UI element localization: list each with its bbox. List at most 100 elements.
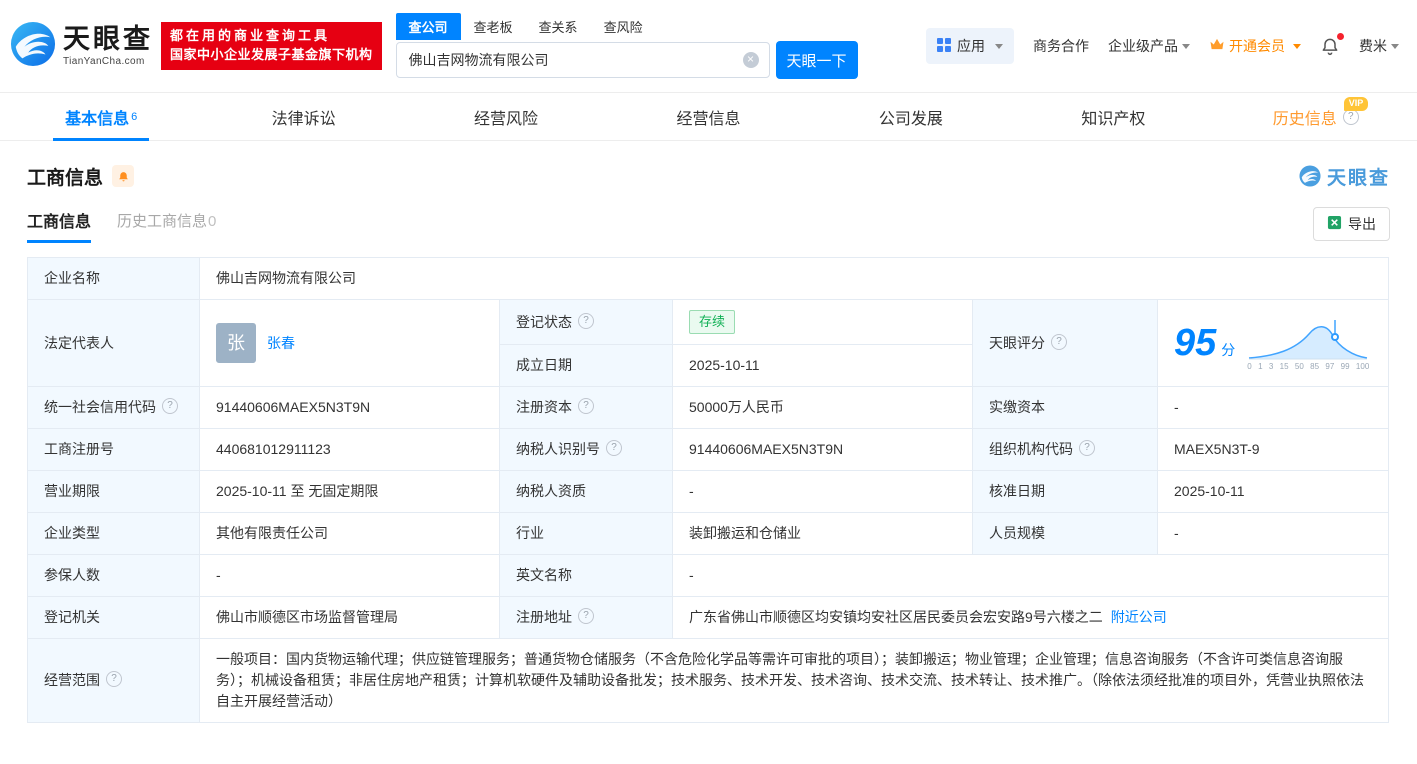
company-type-value: 其他有限责任公司 [200,513,500,555]
taxpayer-id-value: 91440606MAEX5N3T9N [673,429,973,471]
company-name-value: 佛山吉网物流有限公司 [200,258,1389,300]
help-icon[interactable] [1051,334,1067,350]
reg-authority-value: 佛山市顺德区市场监督管理局 [200,597,500,639]
tab-legal-proceedings[interactable]: 法律诉讼 [202,93,404,140]
search-tab-boss[interactable]: 查老板 [461,13,526,40]
subtab-history-business-info[interactable]: 历史工商信息0 [117,210,216,243]
score-cell: 95 分 0 1 [1158,300,1389,387]
score-unit: 分 [1221,340,1235,361]
score-value: 95 [1174,324,1216,362]
company-name-label: 企业名称 [28,258,200,300]
open-vip-link[interactable]: 开通会员 [1209,36,1301,56]
tab-basic-info-label: 基本信息 [65,105,129,129]
reg-status-label: 登记状态 [500,300,673,345]
tianyancha-company-page: 天眼查 TianYanCha.com 都在用的商业查询工具 国家中小企业发展子基… [0,0,1417,764]
axis-tick: 15 [1280,363,1289,371]
reg-capital-label: 注册资本 [500,387,673,429]
credit-code-label-text: 统一社会信用代码 [44,399,156,415]
open-vip-label: 开通会员 [1229,36,1285,56]
enterprise-products-link[interactable]: 企业级产品 [1108,36,1190,56]
business-scope-label-text: 经营范围 [44,672,100,688]
help-icon[interactable] [1343,109,1359,125]
notification-bell-icon[interactable] [1320,36,1340,56]
tab-company-development[interactable]: 公司发展 [810,93,1012,140]
tianyancha-logo[interactable]: 天眼查 TianYanCha.com [10,21,153,72]
search-tabs: 查公司 查老板 查关系 查风险 [396,13,858,40]
promo-banner: 都在用的商业查询工具 国家中小企业发展子基金旗下机构 [161,22,382,70]
axis-tick: 1 [1258,363,1262,371]
business-info-table: 企业名称 佛山吉网物流有限公司 法定代表人 张 张春 登记状态 存续 天眼评分 … [27,257,1389,723]
search-button[interactable]: 天眼一下 [776,41,858,79]
taxpayer-id-label: 纳税人识别号 [500,429,673,471]
legal-rep-link[interactable]: 张春 [267,333,295,354]
promo-line2: 国家中小企业发展子基金旗下机构 [170,46,373,65]
help-icon[interactable] [106,671,122,687]
score-label-text: 天眼评分 [989,335,1045,351]
subtab-business-info[interactable]: 工商信息 [27,208,91,243]
search-tab-risk[interactable]: 查风险 [591,13,656,40]
tab-history-info[interactable]: 历史信息 VIP [1215,93,1417,140]
search-tab-company[interactable]: 查公司 [396,13,461,40]
tab-basic-info[interactable]: 基本信息6 [0,93,202,140]
help-icon[interactable] [578,398,594,414]
apps-button[interactable]: 应用 [926,28,1014,64]
table-row: 营业期限 2025-10-11 至 无固定期限 纳税人资质 - 核准日期 202… [28,471,1389,513]
approval-date-label: 核准日期 [973,471,1158,513]
industry-label: 行业 [500,513,673,555]
search-input[interactable] [407,51,743,69]
table-row: 企业类型 其他有限责任公司 行业 装卸搬运和仓储业 人员规模 - [28,513,1389,555]
section-header: 工商信息 天眼查 [0,161,1417,191]
user-menu[interactable]: 费米 [1359,36,1399,56]
status-badge: 存续 [689,310,735,334]
reg-address-value: 广东省佛山市顺德区均安镇均安社区居民委员会宏安路9号六楼之二 [689,609,1103,625]
export-button[interactable]: 导出 [1313,207,1390,241]
header-right-nav: 应用 商务合作 企业级产品 开通会员 费米 [926,28,1399,64]
reg-authority-label: 登记机关 [28,597,200,639]
nearby-companies-link[interactable]: 附近公司 [1111,609,1167,625]
subtab-row: 工商信息 历史工商信息0 导出 [0,205,1417,243]
approval-date-value: 2025-10-11 [1158,471,1389,513]
tab-intellectual-property[interactable]: 知识产权 [1012,93,1214,140]
reg-address-label: 注册地址 [500,597,673,639]
business-term-label: 营业期限 [28,471,200,513]
tianyancha-logo-icon [10,21,56,72]
axis-tick: 0 [1247,363,1251,371]
help-icon[interactable] [578,313,594,329]
axis-tick: 100 [1356,363,1369,371]
taxpayer-quality-value: - [673,471,973,513]
top-header: 天眼查 TianYanCha.com 都在用的商业查询工具 国家中小企业发展子基… [0,0,1417,92]
clear-search-icon[interactable] [743,52,759,68]
axis-tick: 3 [1269,363,1273,371]
table-row: 经营范围 一般项目：国内货物运输代理；供应链管理服务；普通货物仓储服务（不含危险… [28,639,1389,723]
promo-line1: 都在用的商业查询工具 [170,27,373,46]
org-code-label: 组织机构代码 [973,429,1158,471]
establish-date-label: 成立日期 [500,345,673,387]
legal-rep-cell: 张 张春 [200,300,500,387]
paid-capital-label: 实缴资本 [973,387,1158,429]
tab-operation-risk[interactable]: 经营风险 [405,93,607,140]
logo-text: 天眼查 TianYanCha.com [63,26,153,67]
business-scope-value: 一般项目：国内货物运输代理；供应链管理服务；普通货物仓储服务（不含危险化学品等需… [200,639,1389,723]
establish-date-value: 2025-10-11 [673,345,973,387]
search-tab-relation[interactable]: 查关系 [526,13,591,40]
monitor-bell-icon[interactable] [112,165,134,187]
english-name-label: 英文名称 [500,555,673,597]
reg-address-label-text: 注册地址 [516,609,572,625]
help-icon[interactable] [606,440,622,456]
subtab-history-label: 历史工商信息 [117,213,207,230]
help-icon[interactable] [1079,440,1095,456]
legal-rep-avatar[interactable]: 张 [216,323,256,363]
chevron-down-icon [1391,44,1399,49]
tab-history-info-label: 历史信息 [1273,105,1337,129]
business-cooperation-link[interactable]: 商务合作 [1033,36,1089,56]
table-row: 登记机关 佛山市顺德区市场监督管理局 注册地址 广东省佛山市顺德区均安镇均安社区… [28,597,1389,639]
taxpayer-id-label-text: 纳税人识别号 [516,441,600,457]
subtab-history-count: 0 [208,213,216,230]
help-icon[interactable] [578,608,594,624]
help-icon[interactable] [162,398,178,414]
industry-value: 装卸搬运和仓储业 [673,513,973,555]
tab-operation-info[interactable]: 经营信息 [607,93,809,140]
reg-address-cell: 广东省佛山市顺德区均安镇均安社区居民委员会宏安路9号六楼之二附近公司 [673,597,1389,639]
reg-capital-value: 50000万人民币 [673,387,973,429]
section-title: 工商信息 [27,163,103,190]
